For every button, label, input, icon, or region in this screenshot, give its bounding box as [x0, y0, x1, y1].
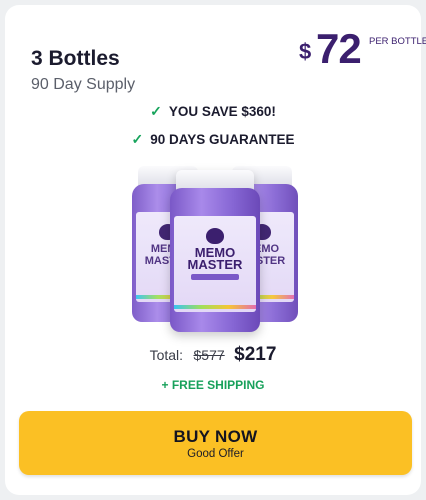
buy-now-label: BUY NOW	[173, 427, 258, 446]
total-price: Total: $577 $217	[0, 344, 426, 366]
benefit-savings: ✓ YOU SAVE $360!	[0, 103, 426, 120]
benefit-guarantee-text: 90 DAYS GUARANTEE	[150, 132, 295, 147]
benefit-savings-text: YOU SAVE $360!	[168, 104, 276, 119]
price-currency: $	[299, 39, 312, 64]
benefit-guarantee: ✓ 90 DAYS GUARANTEE	[0, 131, 426, 148]
price-per-label: PER BOTTLE	[369, 36, 426, 47]
check-icon: ✓	[150, 103, 162, 119]
buy-now-sublabel: Good Offer	[187, 448, 244, 460]
price-amount: 72	[316, 25, 362, 72]
bottle-center: MEMO MASTER	[170, 170, 260, 332]
brain-logo-icon	[206, 228, 224, 244]
new-price: $217	[234, 344, 277, 365]
total-label: Total:	[149, 347, 184, 363]
package-supply: 90 Day Supply	[31, 76, 136, 93]
product-image: MEMO MASTER MEMO MASTER MEMO MASTER	[120, 160, 310, 332]
buy-now-button[interactable]: BUY NOW Good Offer	[19, 411, 412, 475]
package-quantity: 3 Bottles	[31, 47, 120, 70]
old-price: $577	[193, 347, 225, 363]
free-shipping-note: + FREE SHIPPING	[161, 378, 265, 392]
product-name: MEMO MASTER	[187, 245, 243, 272]
check-icon: ✓	[131, 131, 144, 147]
